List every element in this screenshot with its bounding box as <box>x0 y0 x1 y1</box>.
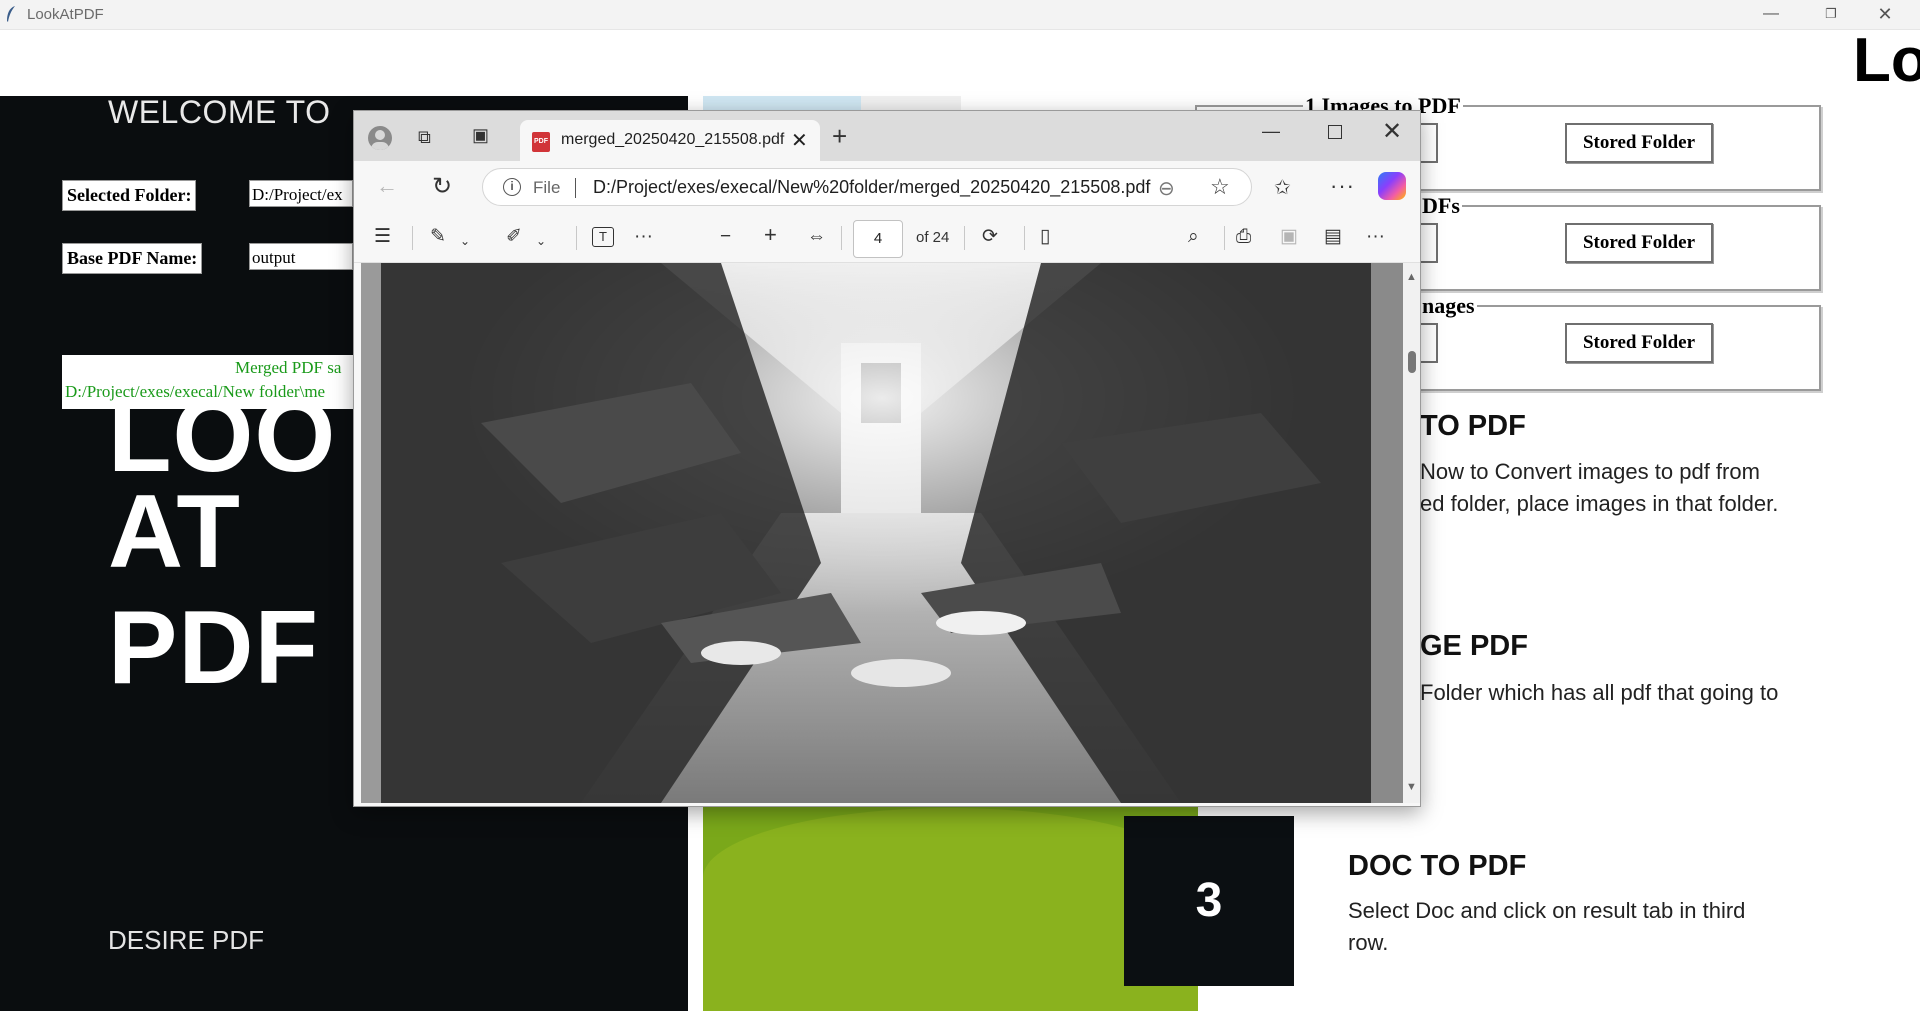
stored-folder-button-3[interactable]: Stored Folder <box>1565 323 1713 363</box>
hero-line-2: AT <box>108 474 241 590</box>
app-restore-button[interactable]: ❐ <box>1808 0 1854 30</box>
stored-folder-button-1[interactable]: Stored Folder <box>1565 123 1713 163</box>
chevron-down-icon[interactable]: ⌄ <box>536 231 546 251</box>
status-line-1: Merged PDF sa <box>235 358 342 377</box>
save-icon[interactable]: ▣ <box>1280 227 1298 247</box>
address-scheme: File <box>533 178 561 197</box>
page-total: of 24 <box>916 229 950 246</box>
selected-folder-label: Selected Folder: <box>62 180 197 211</box>
print-icon[interactable]: ⎙ <box>1236 227 1251 247</box>
scrollbar-thumb[interactable] <box>1408 351 1416 373</box>
text-icon[interactable]: T <box>592 227 614 247</box>
maximize-icon[interactable] <box>1328 125 1342 139</box>
section-heading-merge: GE PDF <box>1420 630 1528 662</box>
group-title-images: nages <box>1420 293 1477 319</box>
highlight-icon[interactable]: ✎ <box>430 227 446 247</box>
search-icon[interactable]: ⌕ <box>1188 227 1199 247</box>
minimize-icon[interactable]: — <box>1262 121 1280 142</box>
copilot-icon[interactable] <box>1378 172 1406 200</box>
section-text-doc-1: Select Doc and click on result tab in th… <box>1348 898 1746 923</box>
pdf-toolbar: ☰ ✎ ⌄ ✐ ⌄ T ··· − + ⇔ 4 of 24 ⟳ ▯ ⌕ ⎙ ▣ … <box>354 213 1420 263</box>
toolbar-separator <box>841 226 842 250</box>
app-title: LookAtPDF <box>27 6 104 23</box>
scroll-up-icon[interactable]: ▲ <box>1406 271 1417 283</box>
subway-photo <box>361 263 1403 803</box>
address-bar[interactable]: i File D:/Project/exes/execal/New%20fold… <box>482 168 1252 206</box>
pdf-icon: PDF <box>532 132 550 152</box>
section-heading-doc: DOC TO PDF <box>1348 850 1527 882</box>
pdf-scrollbar[interactable]: ▲ ▼ <box>1403 263 1420 803</box>
workspaces-icon[interactable]: ⧉ <box>418 127 431 147</box>
scroll-down-icon[interactable]: ▼ <box>1406 781 1417 793</box>
image-strip <box>703 96 861 110</box>
section-text-doc-2: row. <box>1348 930 1389 955</box>
toolbar-separator <box>964 226 965 250</box>
toolbar-separator <box>576 226 577 250</box>
browser-tab-bar: ⧉ ▣ PDF merged_20250420_215508.pdf ✕ + —… <box>354 111 1420 161</box>
app-top-strip <box>0 30 1920 96</box>
stored-folder-button-2[interactable]: Stored Folder <box>1565 223 1713 263</box>
pdf-viewer-window: ⧉ ▣ PDF merged_20250420_215508.pdf ✕ + —… <box>353 110 1421 807</box>
save-as-icon[interactable]: ▤ <box>1324 227 1342 247</box>
close-icon[interactable]: ✕ <box>791 128 808 153</box>
window-close-icon[interactable]: ✕ <box>1382 117 1402 146</box>
corner-logo-text: Lo <box>1853 26 1920 95</box>
selected-folder-field[interactable]: D:/Project/ex <box>249 180 353 207</box>
app-minimize-button[interactable]: — <box>1748 0 1794 30</box>
section-text-images-2: ed folder, place images in that folder. <box>1420 491 1779 516</box>
page-view-icon[interactable]: ▯ <box>1040 227 1050 247</box>
feather-logo-icon <box>7 6 15 22</box>
contents-icon[interactable]: ☰ <box>374 227 391 247</box>
zoom-out-icon[interactable]: − <box>720 227 731 247</box>
address-separator <box>575 178 576 198</box>
zoom-in-icon[interactable]: + <box>764 224 777 246</box>
page-number-input[interactable]: 4 <box>853 220 903 258</box>
footer-label: DESIRE PDF <box>108 925 265 955</box>
hero-line-3: PDF <box>108 590 319 706</box>
back-icon[interactable]: ← <box>376 173 398 199</box>
pdf-page-image <box>361 263 1403 803</box>
image-strip-grey <box>861 96 961 110</box>
address-url[interactable]: D:/Project/exes/execal/New%20folder/merg… <box>593 177 1150 198</box>
draw-icon[interactable]: ✐ <box>506 227 522 247</box>
refresh-icon[interactable]: ↻ <box>432 172 452 201</box>
tab-merged-pdf[interactable]: PDF merged_20250420_215508.pdf ✕ <box>520 120 820 161</box>
base-pdf-name-input[interactable]: output <box>249 243 353 270</box>
toolbar-separator <box>1024 226 1025 250</box>
favorites-icon[interactable]: ✩ <box>1274 175 1291 200</box>
group-title-merge-pdfs: DFs <box>1420 193 1462 219</box>
fit-width-icon[interactable]: ⇔ <box>807 227 826 247</box>
info-icon[interactable]: i <box>503 178 521 196</box>
welcome-heading: WELCOME TO <box>108 94 331 130</box>
more-icon[interactable]: ··· <box>634 227 653 247</box>
section-heading-images: TO PDF <box>1420 410 1526 442</box>
step-number-badge: 3 <box>1124 816 1294 986</box>
app-title-bar: LookAtPDF — ❐ ✕ <box>0 0 1920 30</box>
tab-actions-icon[interactable]: ▣ <box>472 125 489 145</box>
plus-icon[interactable]: + <box>832 123 847 149</box>
profile-icon[interactable] <box>368 126 392 150</box>
chevron-down-icon[interactable]: ⌄ <box>460 231 470 251</box>
toolbar-separator <box>1224 226 1225 250</box>
rotate-icon[interactable]: ⟳ <box>982 227 998 247</box>
more-icon[interactable]: ··· <box>1330 173 1355 199</box>
address-bar-row: ← ↻ i File D:/Project/exes/execal/New%20… <box>354 161 1420 213</box>
section-text-images-1: Now to Convert images to pdf from <box>1420 459 1760 484</box>
status-line-2: D:/Project/exes/execal/New folder\me <box>65 382 326 401</box>
toolbar-separator <box>412 226 413 250</box>
base-pdf-name-label: Base PDF Name: <box>62 243 203 274</box>
more-icon[interactable]: ··· <box>1366 227 1385 247</box>
status-message: Merged PDF sa D:/Project/exes/execal/New… <box>62 355 362 409</box>
section-text-merge: Folder which has all pdf that going to <box>1420 680 1779 705</box>
star-icon[interactable]: ☆ <box>1210 174 1230 200</box>
zoom-out-icon[interactable]: ⊖ <box>1158 176 1175 201</box>
tab-title: merged_20250420_215508.pdf <box>561 131 785 148</box>
